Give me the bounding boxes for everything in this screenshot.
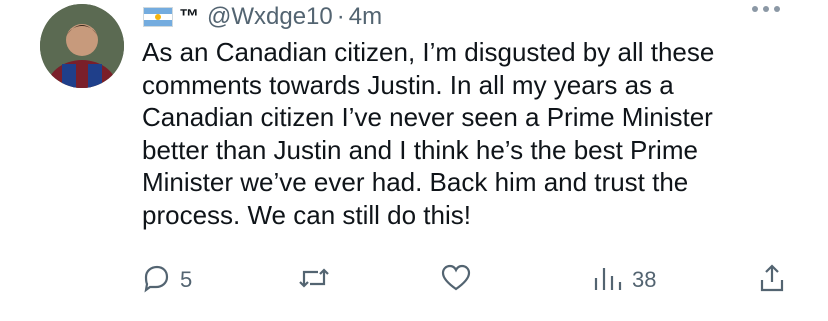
like-icon [440,262,472,299]
tweet-header: ™ @Wxdge10 · 4m [143,0,382,34]
views-count: 38 [632,267,657,292]
reply-count: 5 [180,267,193,292]
separator: · [336,3,345,30]
display-name[interactable]: ™ [179,6,199,29]
tweet-text: As an Canadian citizen, I’m disgusted by… [142,37,715,230]
user-handle[interactable]: @Wxdge10 [207,3,333,31]
more-icon[interactable] [752,6,780,12]
share-icon [756,262,788,299]
retweet-icon [296,262,332,299]
avatar[interactable] [40,4,124,88]
retweet-button[interactable] [296,260,340,300]
share-button[interactable] [756,260,788,300]
reply-button[interactable]: 5 [140,260,192,300]
timestamp[interactable]: 4m [349,3,382,31]
views-icon [592,262,624,299]
reply-icon [140,262,172,299]
argentina-flag-icon [143,7,173,27]
like-button[interactable] [440,260,480,300]
views-button[interactable]: 38 [592,260,656,300]
action-bar: 5 38 [140,260,800,300]
